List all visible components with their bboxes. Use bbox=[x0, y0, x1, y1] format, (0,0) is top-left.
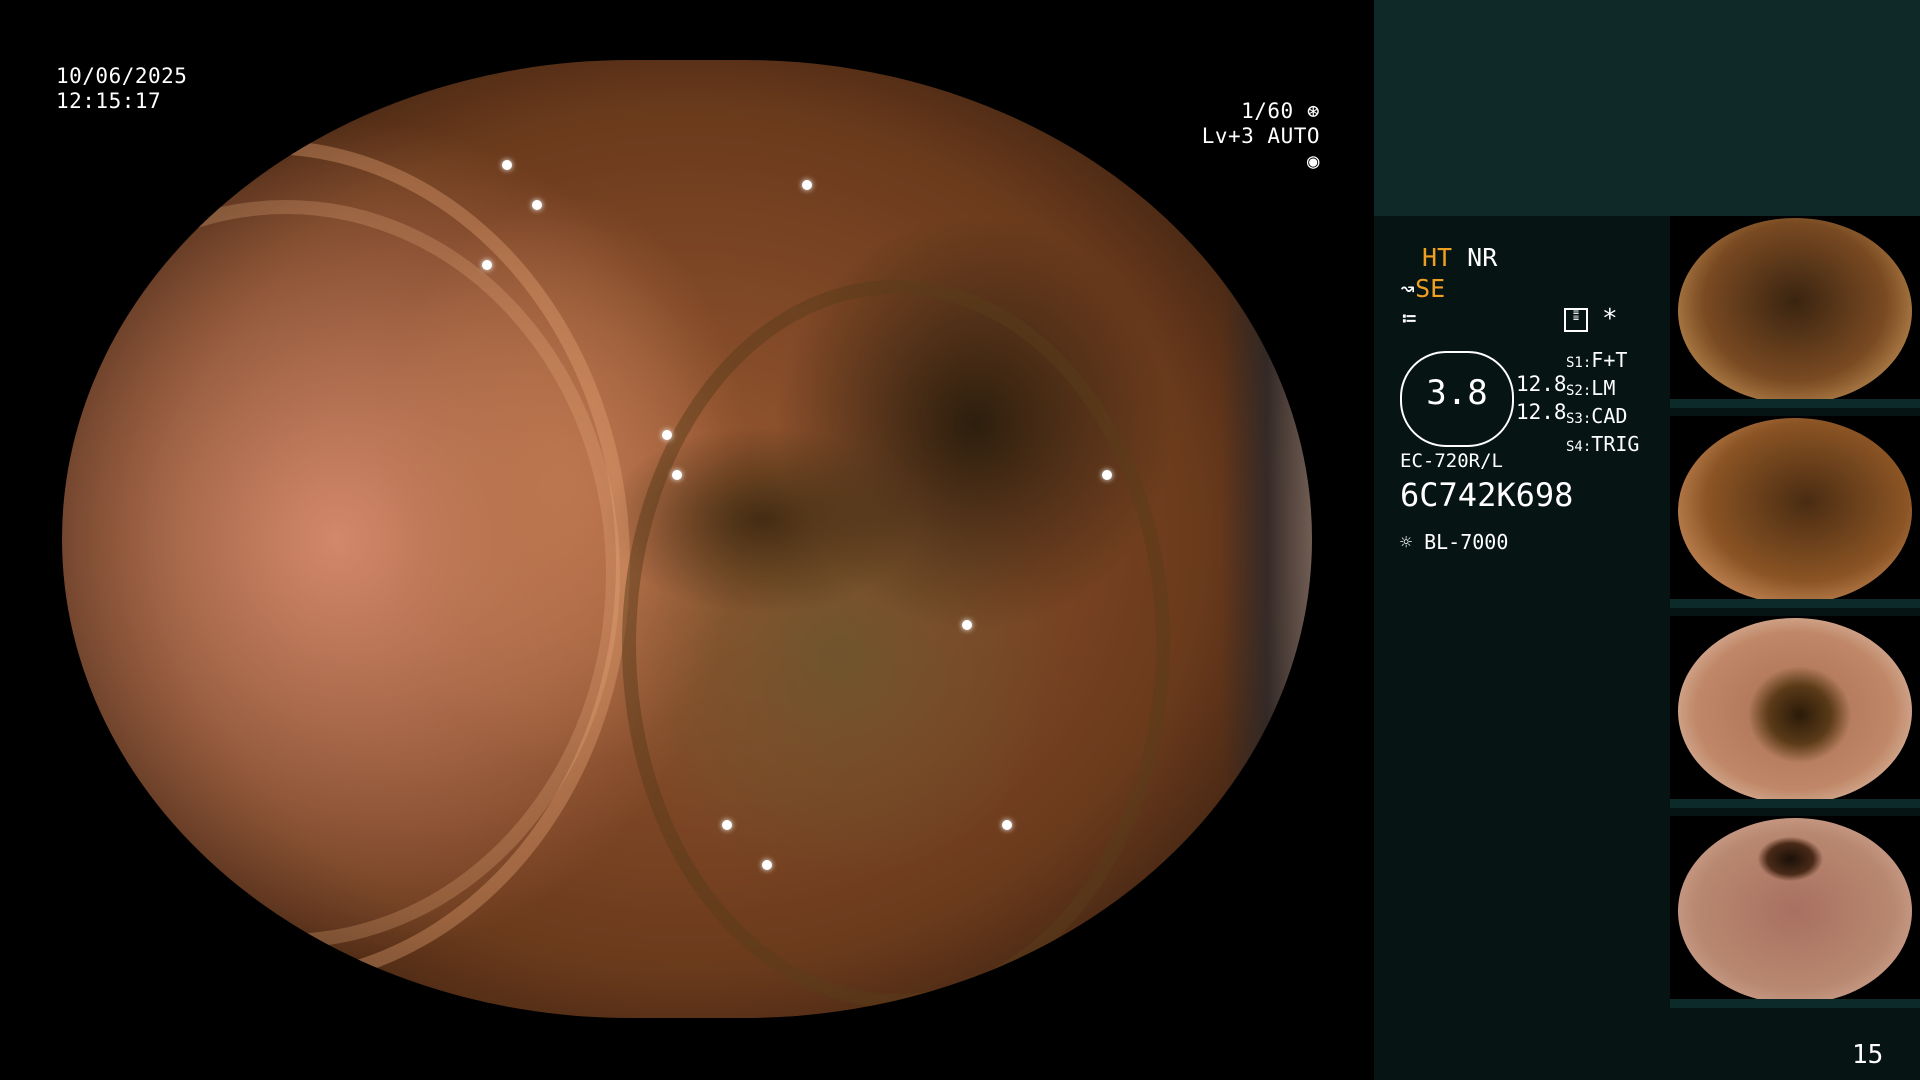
asterisk-mark: * bbox=[1602, 304, 1618, 334]
date-label: 10/06/2025 bbox=[56, 64, 188, 88]
auto-iris-icon: ◉ bbox=[1306, 149, 1320, 173]
color-mode-icon: ≔ bbox=[1402, 304, 1417, 332]
thumbnail-3[interactable] bbox=[1670, 616, 1920, 808]
ht-indicator: HT bbox=[1422, 243, 1453, 272]
switch-item: S2:LM bbox=[1566, 376, 1616, 400]
level-value: Lv+3 bbox=[1201, 124, 1255, 148]
panel-header-area bbox=[1374, 0, 1920, 216]
shutter-value: 1/60 bbox=[1241, 99, 1294, 123]
settings-card-icon: ≡ ≡ bbox=[1564, 308, 1588, 332]
light-source: BL-7000 bbox=[1424, 530, 1509, 554]
scope-model: EC-720R/L bbox=[1400, 450, 1503, 472]
time-label: 12:15:17 bbox=[56, 89, 162, 113]
switch-item: S1:F+T bbox=[1566, 348, 1628, 372]
switch-item: S3:CAD bbox=[1566, 404, 1628, 428]
endoscope-view bbox=[0, 0, 1374, 1080]
shutter-icon: ⊛ bbox=[1306, 99, 1320, 123]
mode-value: AUTO bbox=[1267, 124, 1320, 148]
switch-item: S4:TRIG bbox=[1566, 432, 1640, 456]
thumbnail-2[interactable] bbox=[1670, 416, 1920, 608]
structure-enhance-icon: ↝ bbox=[1400, 274, 1416, 303]
page-number: 15 bbox=[1852, 1040, 1884, 1070]
lamp-icon: ☼ bbox=[1400, 530, 1413, 554]
thumbnail-4[interactable] bbox=[1670, 816, 1920, 1008]
thumbnail-1[interactable] bbox=[1670, 216, 1920, 408]
endoscopic-image bbox=[62, 60, 1312, 1018]
value-a: 12.8 bbox=[1516, 372, 1567, 396]
scope-switch-list: S1:F+T S2:LM S3:CAD S4:TRIG bbox=[1566, 348, 1639, 460]
value-b: 12.8 bbox=[1516, 400, 1567, 424]
gauge-value: 3.8 bbox=[1426, 373, 1488, 413]
nr-indicator: NR bbox=[1467, 243, 1498, 272]
se-indicator: SE bbox=[1415, 274, 1446, 303]
scope-serial: 6C742K698 bbox=[1400, 476, 1574, 514]
